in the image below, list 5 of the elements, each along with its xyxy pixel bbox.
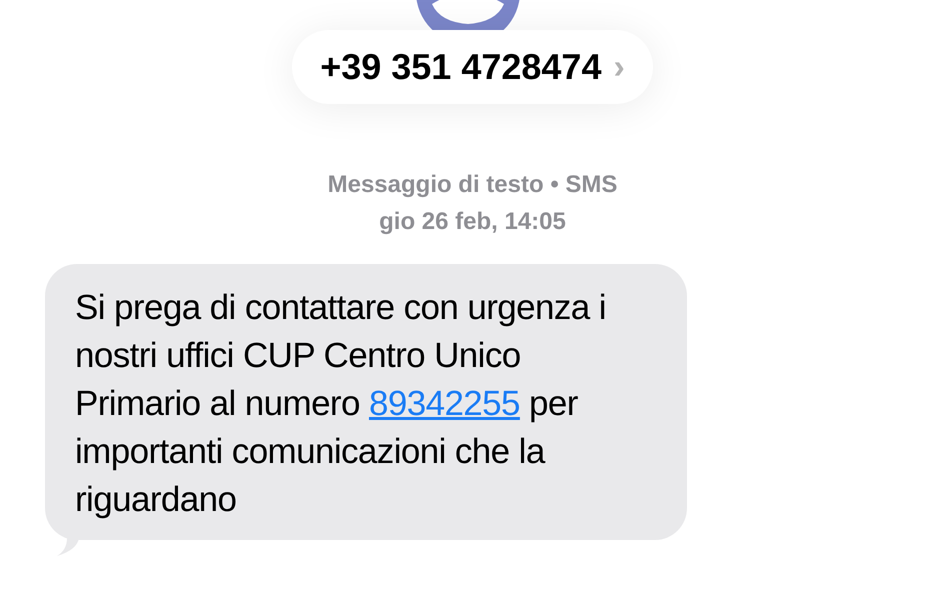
- chevron-icon: ›: [613, 42, 625, 92]
- message-service-label: Messaggio di testo • SMS: [328, 170, 618, 200]
- message-text: Si prega di contattare con urgenza i nostri uffici CUP Centro Unico Primario al numero 89342255 per importanti comunicazioni che la riguardano: [75, 287, 607, 521]
- message-timestamp: gio 26 feb, 14:05: [379, 207, 566, 237]
- contact-name-button[interactable]: +39 351 4728474 ›: [292, 30, 653, 104]
